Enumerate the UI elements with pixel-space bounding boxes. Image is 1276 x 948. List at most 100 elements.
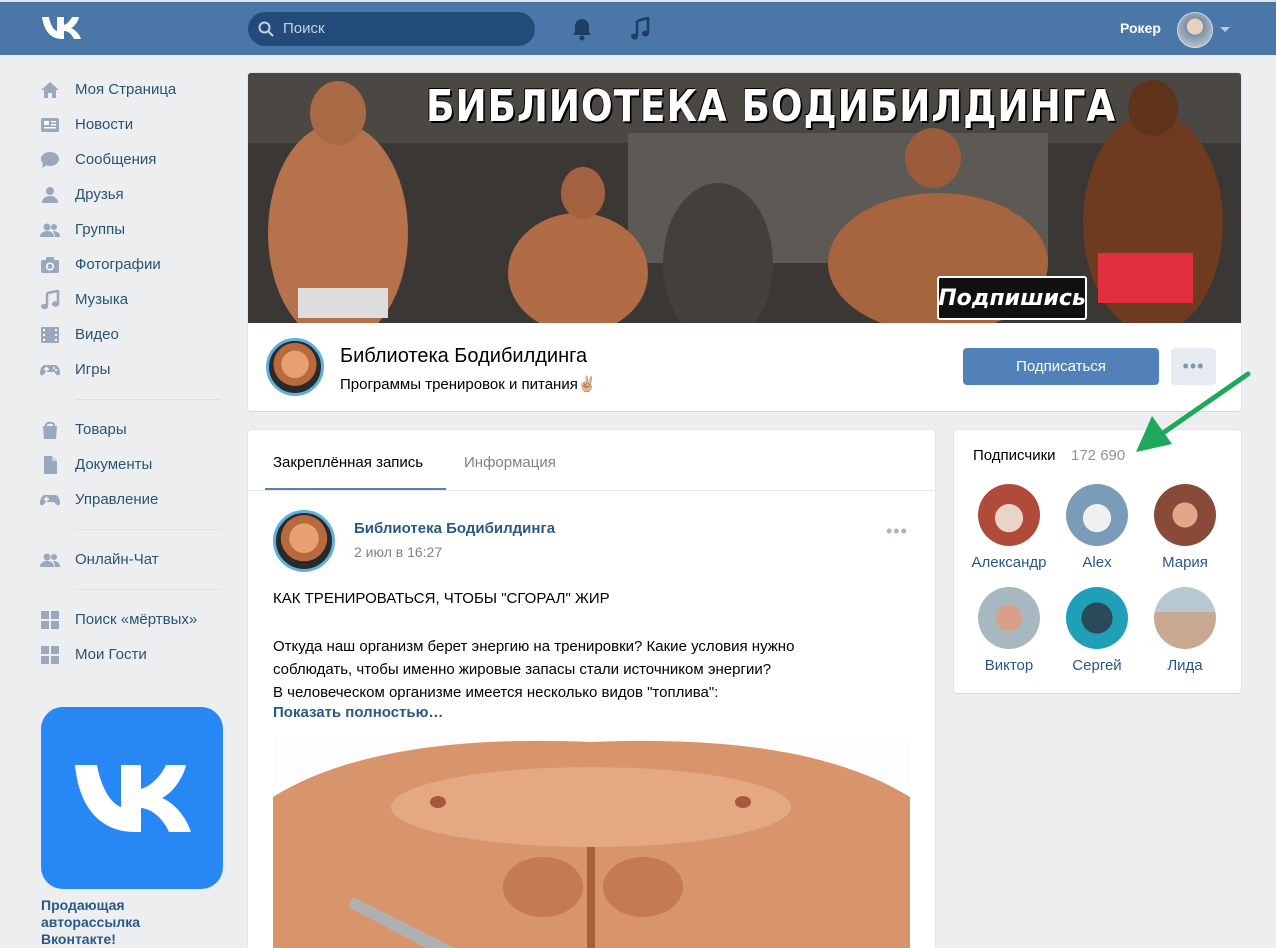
sidebar-item-documents[interactable]: Документы [40,447,225,482]
avatar[interactable] [1177,12,1213,48]
sidebar-item-online-chat[interactable]: Онлайн-Чат [40,542,225,577]
sidebar-item-label: Друзья [75,186,124,203]
wall-card: Закреплённая запись Информация Библиотек… [248,430,935,948]
post-body: Откуда наш организм берет энергию на тре… [273,635,913,704]
groups-icon [40,550,60,570]
avatar [978,484,1040,546]
post-body-line: соблюдать, чтобы именно жировые запасы с… [273,661,772,678]
sidebar-item-label: Игры [75,361,111,378]
subscribers-card: Подписчики 172 690 Александр Alex Мария … [954,430,1241,693]
cover-title: БИБЛИОТЕКА БОДИБИЛДИНГА [426,81,1117,132]
cover-image: БИБЛИОТЕКА БОДИБИЛДИНГА Подпишись [248,73,1241,323]
group-status: Программы тренировок и питания✌🏼 [340,376,597,393]
sidebar-item-news[interactable]: Новости [40,107,225,142]
tab-underline [265,488,446,490]
subscriber-name: Виктор [984,657,1034,674]
avatar [1066,587,1128,649]
post-image[interactable] [273,737,910,948]
subscriber-item[interactable]: Александр [964,484,1054,571]
sidebar-item-label: Управление [75,491,159,508]
sidebar-item-goods[interactable]: Товары [40,412,225,447]
avatar [1154,587,1216,649]
post-body-line: Откуда наш организм берет энергию на тре… [273,638,795,655]
sidebar-item-label: Товары [75,421,127,438]
ad-text[interactable]: Продающая авторассылка Вконтакте! [41,897,191,948]
post-menu-button[interactable]: ••• [886,521,908,542]
subscriber-item[interactable]: Мария [1140,484,1230,571]
sidebar-item-label: Онлайн-Чат [75,551,159,568]
sidebar-item-label: Документы [75,456,153,473]
subscriber-name: Мария [1162,554,1208,571]
divider [75,529,221,530]
document-icon [40,455,60,475]
sidebar-item-photos[interactable]: Фотографии [40,247,225,282]
top-bar: Поиск Рокер [0,0,1276,55]
sidebar-item-label: Сообщения [75,151,157,168]
news-icon [40,115,60,135]
group-name: Библиотека Бодибилдинга [340,345,588,367]
music-icon [40,289,60,310]
user-name[interactable]: Рокер [1120,20,1161,36]
avatar [1066,484,1128,546]
post-body-line: В человеческом организме имеется несколь… [273,684,719,701]
sidebar-item-music[interactable]: Музыка [40,282,225,317]
apps-icon [40,645,60,665]
sidebar-item-label: Моя Страница [75,81,177,98]
gamepad-icon [40,360,60,380]
sidebar-item-search-dead[interactable]: Поиск «мёртвых» [40,602,225,637]
gamepad-icon [40,490,60,510]
avatar [1154,484,1216,546]
post-author[interactable]: Библиотека Бодибилдинга [354,520,555,537]
vk-logo-icon [75,765,191,832]
friends-icon [40,185,60,205]
home-icon [40,80,60,100]
subscriber-item[interactable]: Сергей [1052,587,1142,674]
vk-logo-icon[interactable] [40,15,84,41]
subscriber-name: Александр [971,554,1047,571]
subscribers-title[interactable]: Подписчики [973,447,1056,464]
subscriber-item[interactable]: Виктор [964,587,1054,674]
subscriber-item[interactable]: Лида [1140,587,1230,674]
tab-pinned-post[interactable]: Закреплённая запись [273,454,423,471]
sidebar-item-label: Видео [75,326,119,343]
sidebar-item-my-guests[interactable]: Мои Гости [40,637,225,672]
annotation-arrow-icon [1136,371,1251,452]
sidebar-item-label: Музыка [75,291,129,308]
sidebar: Моя Страница Новости Сообщения Друзья Гр… [40,72,225,672]
post-title-line: КАК ТРЕНИРОВАТЬСЯ, ЧТОБЫ "СГОРАЛ" ЖИР [273,590,610,607]
subscriber-item[interactable]: Alex [1052,484,1142,571]
search-placeholder: Поиск [283,20,325,37]
wall-tabs: Закреплённая запись Информация [248,430,935,491]
cover-subscribe-badge: Подпишись [937,276,1087,320]
chevron-down-icon[interactable] [1220,27,1230,32]
ad-banner[interactable] [41,707,223,889]
post-author-avatar[interactable] [273,510,335,572]
sidebar-item-my-page[interactable]: Моя Страница [40,72,225,107]
sidebar-item-label: Поиск «мёртвых» [75,611,198,628]
subscribers-count[interactable]: 172 690 [1071,447,1125,464]
sidebar-item-manage[interactable]: Управление [40,482,225,517]
sidebar-item-label: Мои Гости [75,646,147,663]
messages-icon [40,150,60,170]
tab-information[interactable]: Информация [464,454,556,471]
music-icon[interactable] [630,17,650,41]
subscriber-name: Лида [1167,657,1203,674]
subscriber-name: Alex [1082,554,1112,571]
sidebar-item-label: Фотографии [75,256,161,273]
divider [75,399,221,400]
bell-icon[interactable] [571,17,593,41]
sidebar-item-label: Группы [75,221,125,238]
sidebar-item-messages[interactable]: Сообщения [40,142,225,177]
post-date[interactable]: 2 июл в 16:27 [354,544,442,560]
sidebar-item-friends[interactable]: Друзья [40,177,225,212]
sidebar-item-games[interactable]: Игры [40,352,225,387]
show-more-link[interactable]: Показать полностью… [273,704,443,721]
apps-icon [40,610,60,630]
group-avatar[interactable] [266,338,324,396]
group-header-card: БИБЛИОТЕКА БОДИБИЛДИНГА Подпишись Библио… [248,73,1241,411]
sidebar-item-groups[interactable]: Группы [40,212,225,247]
sidebar-item-video[interactable]: Видео [40,317,225,352]
camera-icon [40,255,60,275]
post-image-artwork [273,737,910,948]
search-input[interactable]: Поиск [248,12,535,46]
